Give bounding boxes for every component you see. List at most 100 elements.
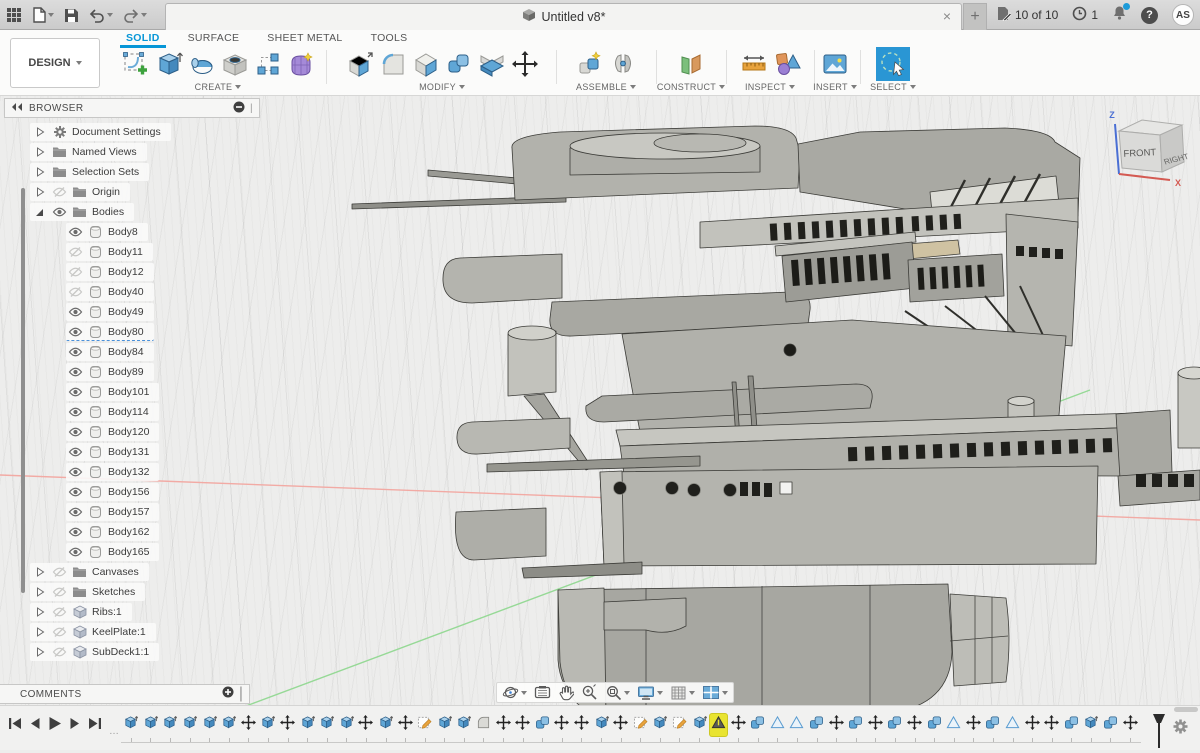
timeline-play-button[interactable] [48, 716, 62, 731]
browser-item-body11[interactable]: Body11 [66, 242, 260, 262]
expand-arrow-icon[interactable] [32, 646, 47, 658]
minimize-panel-icon[interactable] [233, 101, 245, 116]
group-label-insert[interactable]: INSERT [812, 82, 858, 92]
visibility-on-icon[interactable] [68, 226, 83, 238]
group-label-create[interactable]: CREATE [112, 82, 324, 92]
visibility-off-icon[interactable] [52, 626, 67, 638]
browser-item-document-settings[interactable]: Document Settings [30, 122, 260, 142]
expand-arrow-icon[interactable] [32, 186, 47, 198]
shell-icon[interactable] [412, 50, 440, 78]
undo-icon[interactable] [89, 8, 113, 23]
timeline-feature-extrude[interactable] [454, 712, 474, 742]
timeline-feature-move[interactable] [493, 712, 513, 742]
group-label-select[interactable]: SELECT [862, 82, 924, 92]
timeline-feature-combine[interactable] [532, 712, 552, 742]
expand-arrow-icon[interactable] [32, 166, 47, 178]
visibility-on-icon[interactable] [68, 386, 83, 398]
extrude-icon[interactable] [155, 50, 183, 78]
timeline-feature-extrude[interactable] [219, 712, 239, 742]
timeline-feature-move[interactable] [611, 712, 631, 742]
browser-scrollbar[interactable] [21, 188, 25, 593]
group-label-inspect[interactable]: INSPECT [728, 82, 812, 92]
timeline-settings-gear-icon[interactable] [1172, 718, 1189, 740]
tab-surface[interactable]: SURFACE [174, 30, 254, 46]
view-cube[interactable]: FRONT RIGHT Z X [1092, 104, 1200, 193]
timeline-go-to-start-button[interactable] [8, 717, 22, 730]
timeline-go-to-end-button[interactable] [88, 717, 102, 730]
visibility-on-icon[interactable] [68, 486, 83, 498]
timeline-feature-extrude[interactable] [141, 712, 161, 742]
browser-item-selection-sets[interactable]: Selection Sets [30, 162, 260, 182]
model-body[interactable] [352, 126, 1200, 726]
visibility-on-icon[interactable] [68, 406, 83, 418]
timeline-feature-loft-outline[interactable] [787, 712, 807, 742]
group-label-modify[interactable]: MODIFY [330, 82, 554, 92]
timeline-feature-extrude[interactable] [1081, 712, 1101, 742]
fillet-icon[interactable] [379, 50, 407, 78]
browser-item-body132[interactable]: Body132 [66, 462, 260, 482]
timeline-feature-move[interactable] [826, 712, 846, 742]
browser-item-body40[interactable]: Body40 [66, 282, 260, 302]
collapse-arrow-icon[interactable] [32, 207, 47, 218]
visibility-on-icon[interactable] [68, 326, 83, 338]
timeline-feature-loft-outline[interactable] [1003, 712, 1023, 742]
analysis-icon[interactable] [773, 50, 801, 78]
viewport-canvas[interactable]: FRONT RIGHT Z X BROWSER | Document Setti… [0, 96, 1200, 750]
timeline-feature-move[interactable] [356, 712, 376, 742]
expand-arrow-icon[interactable] [32, 586, 47, 598]
timeline-feature-extrude[interactable] [689, 712, 709, 742]
visibility-off-icon[interactable] [68, 286, 83, 298]
timeline-feature-sketch[interactable] [670, 712, 690, 742]
split-body-icon[interactable] [478, 50, 506, 78]
browser-item-body49[interactable]: Body49 [66, 302, 260, 322]
workspace-switcher[interactable]: DESIGN [10, 38, 100, 88]
group-label-construct[interactable]: CONSTRUCT [658, 82, 724, 92]
visibility-on-icon[interactable] [68, 526, 83, 538]
expand-arrow-icon[interactable] [32, 126, 47, 138]
timeline-feature-move[interactable] [964, 712, 984, 742]
visibility-off-icon[interactable] [52, 566, 67, 578]
tab-tools[interactable]: TOOLS [357, 30, 422, 46]
panel-drag-handle[interactable]: | [250, 103, 253, 114]
redo-icon[interactable] [123, 8, 147, 23]
browser-item-body84[interactable]: Body84 [66, 342, 260, 362]
timeline-feature-extrude[interactable] [199, 712, 219, 742]
browser-item-canvases[interactable]: Canvases [30, 562, 260, 582]
visibility-on-icon[interactable] [68, 306, 83, 318]
timeline-feature-extrude[interactable] [650, 712, 670, 742]
pattern-icon[interactable] [254, 50, 282, 78]
timeline-feature-extrude[interactable] [591, 712, 611, 742]
timeline-feature-sketch[interactable] [630, 712, 650, 742]
select-icon[interactable] [876, 47, 910, 81]
browser-item-body101[interactable]: Body101 [66, 382, 260, 402]
browser-item-body12[interactable]: Body12 [66, 262, 260, 282]
browser-item-body80[interactable]: Body80 [66, 322, 260, 342]
timeline-feature-extrude[interactable] [337, 712, 357, 742]
orbit-icon[interactable] [502, 684, 527, 701]
timeline-step-back-button[interactable] [29, 717, 41, 730]
browser-item-named-views[interactable]: Named Views [30, 142, 260, 162]
grid-display-icon[interactable] [670, 685, 695, 701]
document-versions[interactable]: 10 of 10 [996, 6, 1058, 24]
timeline-feature-move[interactable] [552, 712, 572, 742]
document-tab[interactable]: Untitled v8* × [165, 3, 962, 30]
timeline-feature-combine[interactable] [983, 712, 1003, 742]
timeline-feature-move[interactable] [395, 712, 415, 742]
timeline-feature-extrude[interactable] [180, 712, 200, 742]
fit-icon[interactable] [605, 684, 630, 701]
browser-item-body131[interactable]: Body131 [66, 442, 260, 462]
timeline-feature-move[interactable] [1120, 712, 1140, 742]
browser-item-keelplate-1[interactable]: KeelPlate:1 [30, 622, 260, 642]
timeline-feature-combine[interactable] [924, 712, 944, 742]
tab-sheet-metal[interactable]: SHEET METAL [253, 30, 356, 46]
browser-item-bodies[interactable]: Bodies [30, 202, 260, 222]
timeline-feature-extrude[interactable] [435, 712, 455, 742]
visibility-off-icon[interactable] [52, 186, 67, 198]
measure-icon[interactable] [740, 50, 768, 78]
visibility-off-icon[interactable] [68, 266, 83, 278]
browser-item-body8[interactable]: Body8 [66, 222, 260, 242]
group-label-assemble[interactable]: ASSEMBLE [558, 82, 654, 92]
expand-arrow-icon[interactable] [32, 626, 47, 638]
move-icon[interactable] [511, 50, 539, 78]
timeline-feature-loft-outline[interactable] [768, 712, 788, 742]
